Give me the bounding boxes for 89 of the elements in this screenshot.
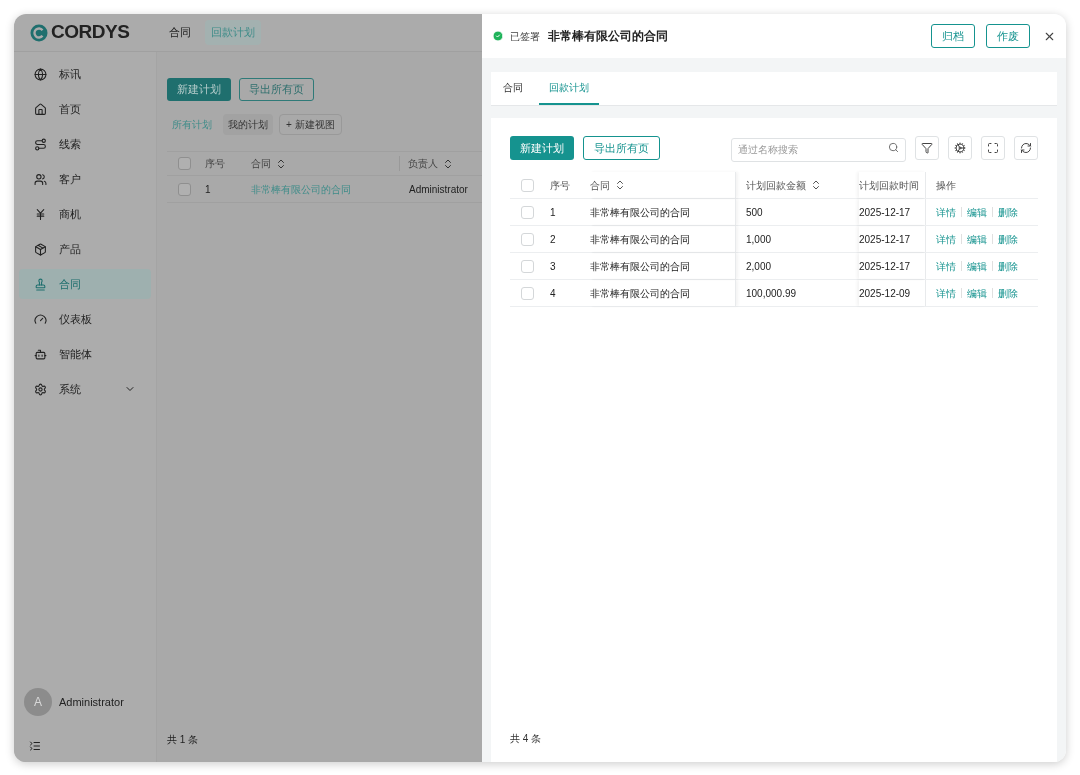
yen-icon bbox=[34, 207, 47, 221]
user-name: Administrator bbox=[59, 694, 124, 710]
fullscreen-icon[interactable] bbox=[981, 136, 1005, 160]
refresh-icon[interactable] bbox=[1014, 136, 1038, 160]
logo-icon bbox=[30, 23, 48, 42]
avatar[interactable]: A bbox=[24, 688, 52, 716]
row-action-link[interactable]: 详情 bbox=[936, 231, 956, 247]
sidebar-item[interactable]: 产品 bbox=[19, 234, 151, 264]
action-button[interactable]: 作废 bbox=[986, 24, 1030, 48]
table-cell: 2025-12-17 bbox=[859, 199, 926, 225]
column-header: 计划回款时间 bbox=[859, 172, 926, 198]
column-header: 计划回款金额 bbox=[736, 172, 859, 198]
home-icon bbox=[34, 102, 47, 116]
column-header: 合同 bbox=[590, 172, 736, 198]
row-action-link[interactable]: 编辑 bbox=[967, 258, 987, 274]
action-button[interactable]: 归档 bbox=[931, 24, 975, 48]
table-cell-text: 4 bbox=[550, 286, 557, 301]
settings-icon[interactable] bbox=[948, 136, 972, 160]
column-header: 序号 bbox=[204, 157, 226, 171]
robot-icon bbox=[34, 347, 47, 361]
sidebar-item[interactable]: 合同 bbox=[19, 269, 151, 299]
sidebar-item[interactable]: 客户 bbox=[19, 164, 151, 194]
new-plan-button[interactable]: 新建计划 bbox=[167, 78, 231, 101]
export-button[interactable]: 导出所有页 bbox=[583, 136, 660, 160]
table-cell-text: 1 bbox=[550, 205, 557, 220]
sidebar-item[interactable]: 仪表板 bbox=[19, 304, 151, 334]
sidebar-item[interactable]: 智能体 bbox=[19, 339, 151, 369]
table-cell: 2025-12-17 bbox=[859, 226, 926, 252]
top-tab[interactable]: 合同 bbox=[163, 20, 197, 45]
sidebar-item[interactable]: 系统 bbox=[19, 374, 151, 404]
drawer-tab[interactable]: 合同 bbox=[501, 71, 525, 105]
search-icon bbox=[888, 142, 899, 153]
sidebar-item[interactable]: 首页 bbox=[19, 94, 151, 124]
gauge-icon bbox=[34, 312, 47, 326]
table-cell-text: 1,000 bbox=[745, 232, 773, 247]
route-icon bbox=[34, 137, 47, 151]
search-field[interactable]: 通过名称搜索 bbox=[731, 137, 906, 162]
globe-icon bbox=[34, 67, 47, 81]
status-label: 已签署 bbox=[510, 29, 540, 44]
checkbox[interactable] bbox=[178, 182, 191, 196]
column-header: 合同 bbox=[250, 156, 400, 171]
row-action-link[interactable]: 编辑 bbox=[967, 285, 987, 301]
table-cell-text: Administrator bbox=[409, 182, 468, 197]
row-action-link[interactable]: 编辑 bbox=[967, 204, 987, 220]
row-action-link[interactable]: 删除 bbox=[998, 204, 1018, 220]
drawer-title: 非常棒有限公司的合同 bbox=[548, 28, 668, 45]
table-cell: 2025-12-09 bbox=[859, 280, 926, 306]
row-action-link[interactable]: 详情 bbox=[936, 204, 956, 220]
table-cell: 2025-12-17 bbox=[859, 253, 926, 279]
table-cell-text: 3 bbox=[550, 259, 557, 274]
table-cell-text: 2 bbox=[550, 232, 557, 247]
filter-icon[interactable] bbox=[915, 136, 939, 160]
column-header: 序号 bbox=[550, 178, 571, 193]
table-cell: 非常棒有限公司的合同 bbox=[590, 199, 736, 225]
checkbox[interactable] bbox=[178, 157, 191, 170]
row-action-link[interactable]: 删除 bbox=[998, 258, 1018, 274]
row-action-link[interactable]: 删除 bbox=[998, 285, 1018, 301]
collapse-icon[interactable] bbox=[29, 740, 41, 752]
row-action-link[interactable]: 编辑 bbox=[967, 231, 987, 247]
sidebar-item[interactable]: 商机 bbox=[19, 199, 151, 229]
drawer-tab[interactable]: 回款计划 bbox=[539, 71, 599, 105]
row-action-link[interactable]: 详情 bbox=[936, 258, 956, 274]
table-cell-text: 1 bbox=[205, 182, 212, 197]
row-action-link[interactable]: 删除 bbox=[998, 231, 1018, 247]
new-plan-button[interactable]: 新建计划 bbox=[510, 136, 574, 160]
column-header: 操作 bbox=[935, 178, 957, 193]
logo-text: CORDYS bbox=[51, 20, 130, 45]
new-view-button[interactable]: + 新建视图 bbox=[279, 114, 342, 135]
export-button[interactable]: 导出所有页 bbox=[239, 78, 314, 101]
column-header: 负责人 bbox=[407, 156, 482, 171]
total-count: 共 1 条 bbox=[167, 733, 200, 747]
stamp-icon bbox=[34, 277, 47, 291]
check-circle-icon bbox=[492, 30, 504, 42]
table-cell-text: 2,000 bbox=[745, 259, 773, 274]
table-cell-text: 100,000.99 bbox=[745, 286, 798, 301]
table-cell: 非常棒有限公司的合同 bbox=[590, 280, 736, 306]
view-tab[interactable]: 我的计划 bbox=[223, 114, 273, 135]
table-cell: 非常棒有限公司的合同 bbox=[590, 226, 736, 252]
box-icon bbox=[34, 242, 47, 256]
sort-icon[interactable] bbox=[810, 179, 822, 191]
sidebar-item[interactable]: 标讯 bbox=[19, 59, 151, 89]
row-action-link[interactable]: 详情 bbox=[936, 285, 956, 301]
table-cell-text: 500 bbox=[745, 205, 764, 220]
table-cell: 非常棒有限公司的合同 bbox=[590, 253, 736, 279]
sidebar-item[interactable]: 线索 bbox=[19, 129, 151, 159]
sort-icon[interactable] bbox=[614, 179, 626, 191]
users-icon bbox=[34, 172, 47, 186]
total-count: 共 4 条 bbox=[510, 732, 543, 746]
settings-icon bbox=[34, 382, 47, 396]
